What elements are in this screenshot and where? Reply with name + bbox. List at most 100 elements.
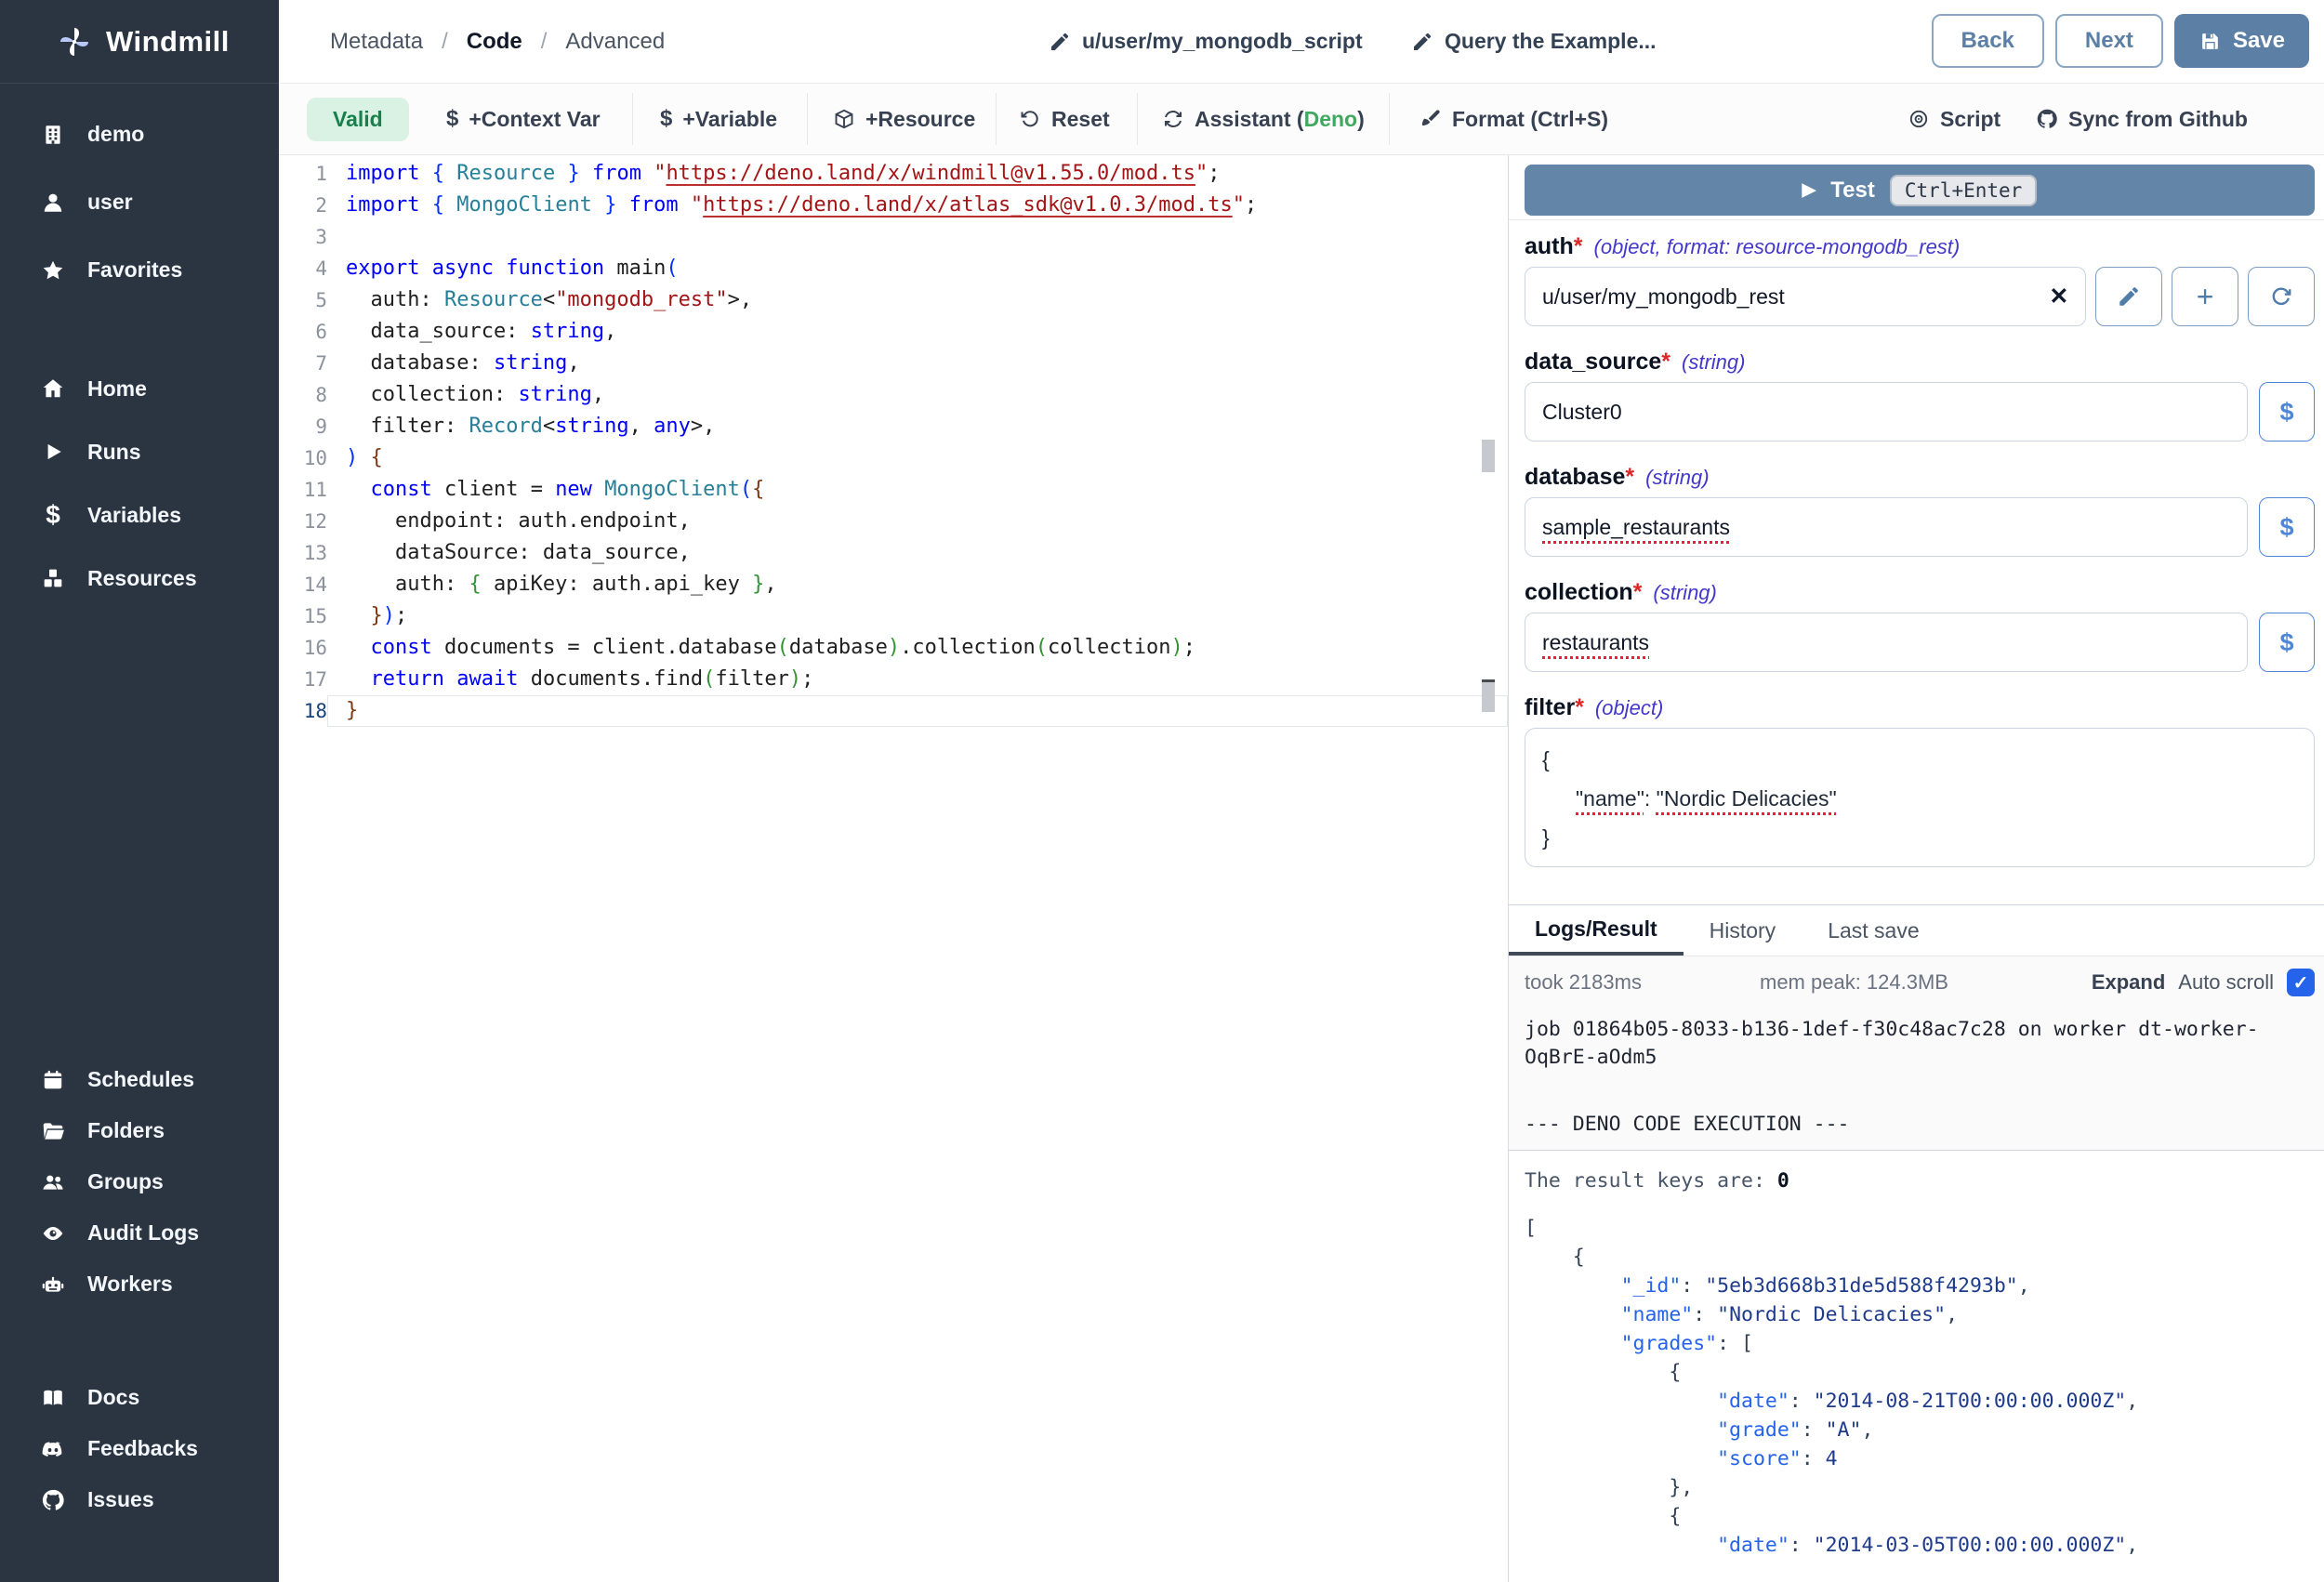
brand[interactable]: Windmill — [0, 0, 279, 84]
test-button[interactable]: ▶ Test Ctrl+Enter — [1525, 165, 2315, 216]
json-open-brace: { — [1542, 747, 1550, 771]
code-line: 7 database: string, — [279, 348, 1508, 379]
json-key: "name" — [1576, 786, 1644, 811]
breadcrumb-separator: / — [541, 29, 548, 55]
mem-peak-text: mem peak: 124.3MB — [1760, 970, 2092, 995]
required-star: * — [1633, 577, 1643, 607]
sidebar-item-variables[interactable]: $ Variables — [0, 483, 279, 547]
nav-label: Feedbacks — [87, 1436, 198, 1461]
script-kind-button[interactable]: Script — [1908, 84, 2000, 154]
refresh-icon — [2269, 284, 2293, 309]
code-line: 10) { — [279, 442, 1508, 474]
assistant-label: Assistant (Deno) — [1195, 107, 1365, 132]
floppy-icon — [2199, 30, 2222, 53]
code-line: 12 endpoint: auth.endpoint, — [279, 506, 1508, 537]
database-input[interactable]: sample_restaurants — [1525, 497, 2248, 557]
tab-history[interactable]: History — [1684, 905, 1802, 956]
format-button[interactable]: Format (Ctrl+S) — [1419, 84, 1608, 154]
script-kind-label: Script — [1940, 107, 2000, 132]
sidebar-item-workspace-demo[interactable]: demo — [0, 100, 279, 168]
add-resource-button[interactable]: +Resource — [833, 84, 975, 154]
autoscroll-checkbox[interactable]: ✓ — [2287, 969, 2315, 996]
windmill-script-editor: Windmill demo user Favorites — [0, 0, 2324, 1582]
edit-resource-button[interactable] — [2095, 267, 2162, 326]
refresh-resource-button[interactable] — [2248, 267, 2315, 326]
assistant-lang: Deno — [1304, 107, 1358, 131]
result-json-line: { — [1525, 1358, 2315, 1387]
save-button[interactable]: Save — [2174, 14, 2309, 68]
toolbar-divider — [1137, 93, 1138, 145]
sidebar-item-issues[interactable]: Issues — [0, 1474, 279, 1525]
next-button[interactable]: Next — [2055, 14, 2163, 68]
sidebar-item-folders[interactable]: Folders — [0, 1105, 279, 1156]
code-editor[interactable]: 1import { Resource } from "https://deno.… — [279, 155, 1508, 1582]
sidebar-item-schedules[interactable]: Schedules — [0, 1054, 279, 1105]
divider — [1509, 219, 2324, 220]
clear-icon[interactable]: ✕ — [2049, 283, 2068, 310]
add-context-var-button[interactable]: $ +Context Var — [446, 84, 601, 154]
cubes-icon — [39, 566, 67, 590]
result-json-line: "name": "Nordic Delicacies", — [1525, 1300, 2315, 1329]
log-line: job 01864b05-8033-b136-1def-f30c48ac7c28… — [1525, 1016, 2315, 1044]
editor-scrollbar[interactable] — [1482, 682, 1495, 712]
sidebar-item-feedbacks[interactable]: Feedbacks — [0, 1423, 279, 1474]
brush-icon — [1419, 108, 1442, 130]
collection-input[interactable]: restaurants — [1525, 613, 2248, 672]
editor-scrollbar[interactable] — [1482, 440, 1495, 472]
pencil-icon — [1049, 31, 1071, 53]
brand-label: Windmill — [106, 25, 230, 59]
code-line: 4export async function main( — [279, 253, 1508, 284]
tab-code[interactable]: Code — [467, 29, 522, 55]
code-line: 9 filter: Record<string, any>, — [279, 411, 1508, 442]
insert-variable-button[interactable]: $ — [2259, 382, 2315, 442]
result-tabs: Logs/Result History Last save — [1509, 904, 2324, 956]
field-filter: filter * (object) { "name": "Nordic Deli… — [1525, 692, 2315, 867]
tab-metadata[interactable]: Metadata — [330, 29, 423, 55]
data_source-input[interactable]: Cluster0 — [1525, 382, 2248, 442]
field-name: auth — [1525, 231, 1574, 261]
sidebar-item-workers[interactable]: Workers — [0, 1259, 279, 1310]
result-json-line: "score": 4 — [1525, 1444, 2315, 1473]
filter-json-editor[interactable]: { "name": "Nordic Delicacies" } — [1525, 728, 2315, 867]
reset-label: Reset — [1051, 107, 1110, 132]
user-label: user — [87, 190, 133, 215]
assistant-button[interactable]: Assistant (Deno) — [1162, 84, 1365, 154]
calendar-icon — [39, 1068, 67, 1092]
context-var-label: +Context Var — [469, 107, 600, 132]
sidebar-item-user[interactable]: user — [0, 168, 279, 236]
tab-advanced[interactable]: Advanced — [565, 29, 665, 55]
result-section: The result keys are: 0 [ { "_id": "5eb3d… — [1509, 1151, 2324, 1560]
expand-button[interactable]: Expand — [2092, 970, 2165, 995]
dollar-icon: $ — [660, 106, 672, 132]
field-type: (object) — [1595, 693, 1663, 723]
sync-from-github-button[interactable]: Sync from Github — [2036, 84, 2248, 154]
sidebar-item-audit-logs[interactable]: Audit Logs — [0, 1207, 279, 1259]
script-path-edit[interactable]: u/user/my_mongodb_script — [1049, 0, 1363, 83]
add-variable-button[interactable]: $ +Variable — [660, 84, 777, 154]
sidebar-item-home[interactable]: Home — [0, 357, 279, 420]
back-button[interactable]: Back — [1932, 14, 2044, 68]
result-json-line: "date": "2014-08-21T00:00:00.000Z", — [1525, 1387, 2315, 1416]
insert-variable-button[interactable]: $ — [2259, 613, 2315, 672]
nav-label: Workers — [87, 1272, 173, 1297]
script-title-edit[interactable]: Query the Example... — [1411, 0, 1657, 83]
toolbar-divider — [996, 93, 997, 145]
tab-logs-result[interactable]: Logs/Result — [1509, 905, 1684, 956]
sidebar-item-favorites[interactable]: Favorites — [0, 236, 279, 304]
sidebar-item-runs[interactable]: Runs — [0, 420, 279, 483]
toolbar-divider — [632, 93, 633, 145]
auth-resource-input[interactable]: u/user/my_mongodb_rest ✕ — [1525, 267, 2086, 326]
pencil-icon — [1411, 31, 1433, 53]
code-line: 5 auth: Resource<"mongodb_rest">, — [279, 284, 1508, 316]
required-star: * — [1574, 231, 1583, 261]
tab-last-save[interactable]: Last save — [1802, 905, 1945, 956]
editor-toolbar: Valid $ +Context Var $ +Variable +Resour… — [279, 84, 2324, 155]
sidebar-item-docs[interactable]: Docs — [0, 1372, 279, 1423]
reset-button[interactable]: Reset — [1019, 84, 1110, 154]
add-resource-button[interactable]: + — [2172, 267, 2238, 326]
test-shortcut: Ctrl+Enter — [1890, 175, 2037, 206]
nav-label: Folders — [87, 1118, 165, 1143]
sidebar-item-groups[interactable]: Groups — [0, 1156, 279, 1207]
insert-variable-button[interactable]: $ — [2259, 497, 2315, 557]
sidebar-item-resources[interactable]: Resources — [0, 547, 279, 610]
